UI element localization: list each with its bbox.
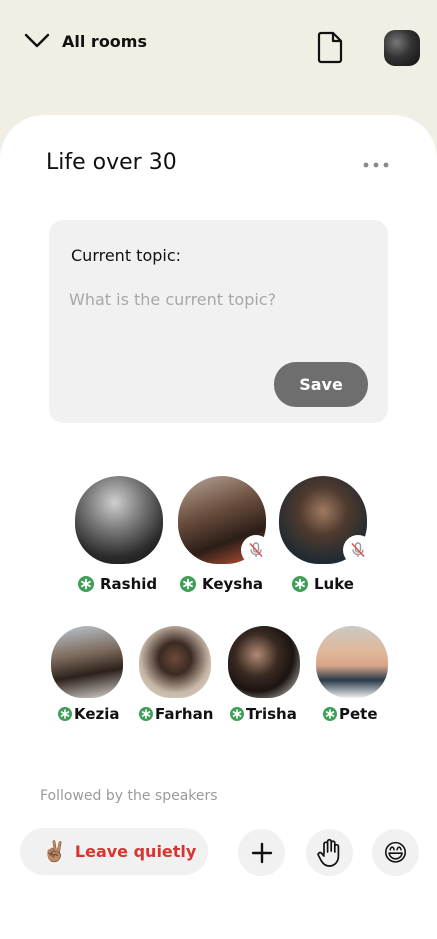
plus-icon: [251, 842, 272, 863]
topic-input[interactable]: [69, 284, 369, 314]
speaker-name: Keysha: [202, 575, 264, 593]
speaker-name: Kezia: [74, 705, 120, 723]
followed-by-speakers-label: Followed by the speakers: [40, 788, 218, 804]
speaker-badge-icon: [139, 707, 153, 721]
speaker-badge-icon: [230, 707, 244, 721]
speaker-badge-icon: [78, 576, 94, 592]
avatar: [139, 626, 211, 698]
speaker-name: Rashid: [100, 575, 158, 593]
topic-label: Current topic:: [71, 246, 182, 265]
chevron-down-icon: [24, 33, 50, 49]
room-title: Life over 30: [46, 150, 177, 175]
speaker-trisha[interactable]: Trisha: [228, 626, 303, 726]
speaker-name: Farhan: [155, 705, 214, 723]
raise-hand-icon: [316, 838, 339, 867]
muted-mic-icon: [241, 535, 271, 565]
speaker-badge-icon: [323, 707, 337, 721]
all-rooms-button[interactable]: All rooms: [24, 28, 147, 54]
profile-avatar[interactable]: [384, 30, 420, 66]
speaker-badge-icon: [180, 576, 196, 592]
speaker-keysha[interactable]: Keysha: [178, 476, 273, 596]
peace-hand-icon: ✌🏽: [42, 841, 67, 863]
speaker-name: Pete: [339, 705, 378, 723]
avatar: [316, 626, 388, 698]
speaker-badge-icon: [58, 707, 72, 721]
leave-quietly-label: Leave quietly: [74, 842, 197, 861]
avatar: [51, 626, 123, 698]
avatar: [228, 626, 300, 698]
speaker-pete[interactable]: Pete: [316, 626, 391, 726]
speaker-name: Trisha: [246, 705, 297, 723]
muted-mic-icon: [343, 535, 373, 565]
speaker-kezia[interactable]: Kezia: [51, 626, 126, 726]
smiley-icon: 😄: [382, 838, 409, 867]
all-rooms-label: All rooms: [62, 31, 147, 51]
speaker-luke[interactable]: Luke: [279, 476, 374, 596]
speaker-rashid[interactable]: Rashid: [75, 476, 165, 596]
more-options-icon[interactable]: [360, 157, 392, 173]
speaker-badge-icon: [292, 576, 308, 592]
speaker-name: Luke: [314, 575, 354, 593]
topic-editor: Current topic: Save: [49, 220, 388, 423]
save-button[interactable]: Save: [274, 362, 368, 407]
speaker-farhan[interactable]: Farhan: [139, 626, 214, 726]
leave-quietly-button[interactable]: ✌🏽 Leave quietly: [20, 828, 208, 875]
raise-hand-button[interactable]: [306, 829, 353, 876]
top-bar: All rooms: [0, 0, 437, 90]
avatar: [75, 476, 163, 564]
document-icon[interactable]: [316, 30, 346, 64]
add-button[interactable]: [238, 829, 285, 876]
reaction-button[interactable]: 😄: [372, 829, 419, 876]
